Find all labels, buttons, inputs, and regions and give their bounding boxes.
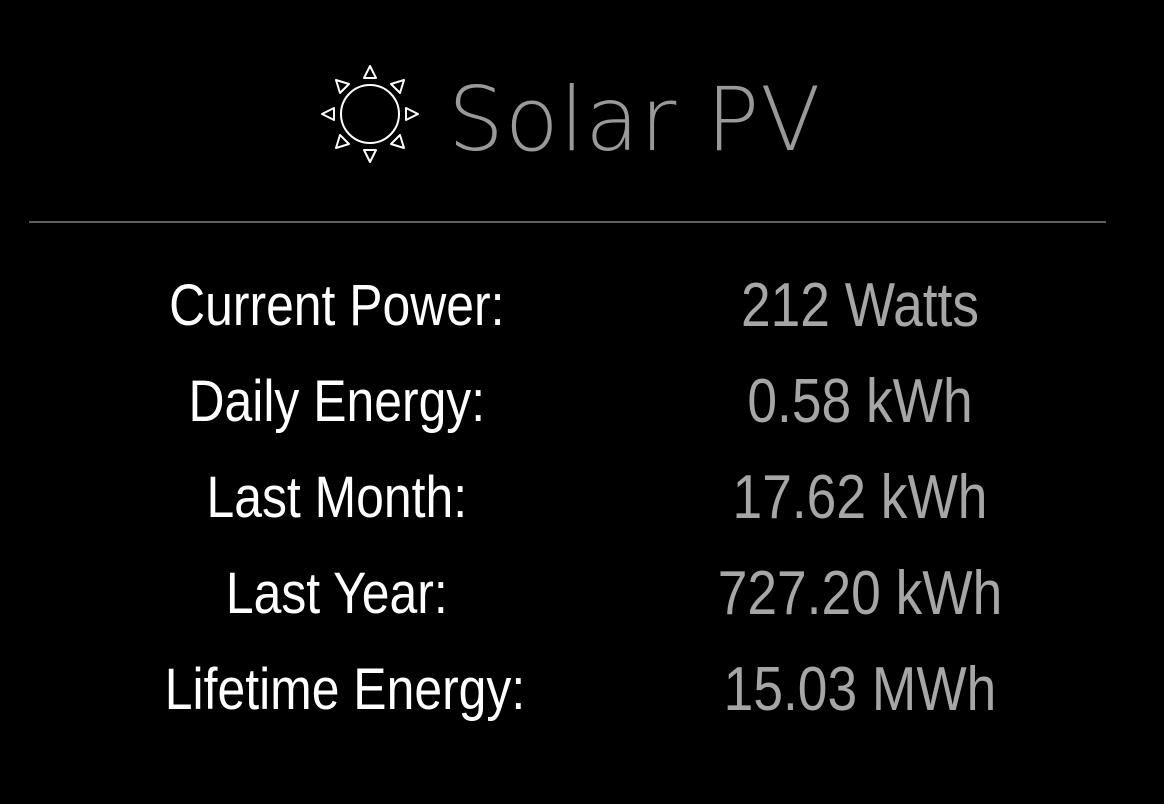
stat-value: 0.58 kWh: [747, 367, 973, 436]
stat-row-last-year: Last Year: 727.20 kWh: [0, 546, 1164, 642]
stats-table: Current Power: 212 Watts Daily Energy: 0…: [0, 258, 1164, 738]
stat-value: 17.62 kWh: [732, 463, 988, 532]
sun-icon: [321, 65, 419, 163]
stat-value: 15.03 MWh: [723, 655, 997, 724]
stat-label: Last Month:: [206, 465, 468, 530]
stat-label: Current Power:: [169, 273, 505, 338]
stat-value: 212 Watts: [740, 271, 980, 340]
module-header: Solar PV: [0, 52, 1164, 182]
stat-row-current-power: Current Power: 212 Watts: [0, 258, 1164, 354]
stat-row-last-month: Last Month: 17.62 kWh: [0, 450, 1164, 546]
stat-label: Lifetime Energy:: [164, 657, 526, 722]
module-title: Solar PV: [448, 68, 822, 171]
stat-row-lifetime-energy: Lifetime Energy: 15.03 MWh: [0, 642, 1164, 738]
stat-label: Daily Energy:: [188, 369, 486, 434]
stat-row-daily-energy: Daily Energy: 0.58 kWh: [0, 354, 1164, 450]
stat-label: Last Year:: [225, 561, 448, 626]
header-divider: [29, 221, 1106, 223]
stat-value: 727.20 kWh: [717, 559, 1003, 628]
